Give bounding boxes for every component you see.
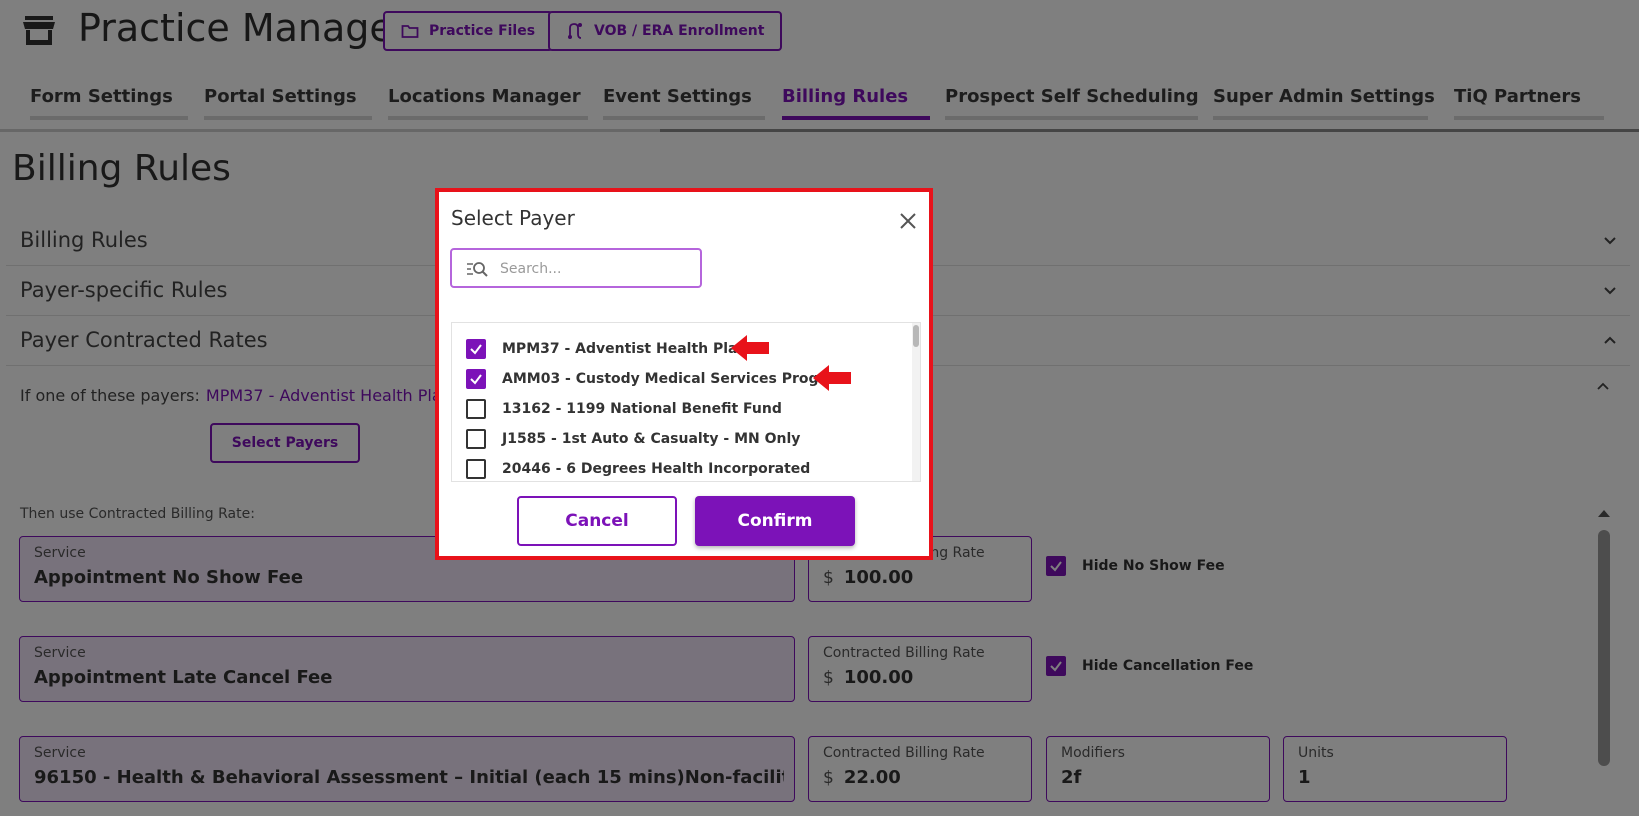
payer-list-scrollbar[interactable] (912, 323, 920, 481)
annotation-arrow-icon (731, 335, 769, 361)
dialog-title: Select Payer (451, 206, 575, 230)
payer-list: MPM37 - Adventist Health Plan AMM03 - Cu… (451, 322, 921, 482)
check-icon (470, 374, 482, 385)
select-payer-dialog: Select Payer MPM37 - Adventist Health Pl… (435, 188, 933, 560)
annotation-arrow-icon (813, 365, 851, 391)
payer-label: MPM37 - Adventist Health Plan (502, 341, 748, 357)
checkbox-checked[interactable] (466, 339, 486, 359)
cancel-button[interactable]: Cancel (517, 496, 677, 546)
checkbox-unchecked[interactable] (466, 459, 486, 479)
payer-label: 20446 - 6 Degrees Health Incorporated (502, 461, 811, 477)
payer-label: J1585 - 1st Auto & Casualty - MN Only (502, 431, 801, 447)
payer-search-field[interactable] (450, 248, 702, 288)
list-item[interactable]: 13162 - 1199 National Benefit Fund (452, 394, 902, 424)
payer-label: 13162 - 1199 National Benefit Fund (502, 401, 782, 417)
close-icon[interactable] (897, 210, 919, 232)
search-input[interactable] (500, 258, 690, 280)
confirm-button[interactable]: Confirm (695, 496, 855, 546)
checkbox-checked[interactable] (466, 369, 486, 389)
check-icon (470, 344, 482, 355)
payer-label: AMM03 - Custody Medical Services Program (502, 371, 850, 387)
search-filter-icon (467, 262, 488, 277)
checkbox-unchecked[interactable] (466, 429, 486, 449)
list-item[interactable]: 20446 - 6 Degrees Health Incorporated (452, 454, 902, 481)
checkbox-unchecked[interactable] (466, 399, 486, 419)
list-item[interactable]: MPM37 - Adventist Health Plan (452, 334, 902, 364)
list-item[interactable]: J1585 - 1st Auto & Casualty - MN Only (452, 424, 902, 454)
